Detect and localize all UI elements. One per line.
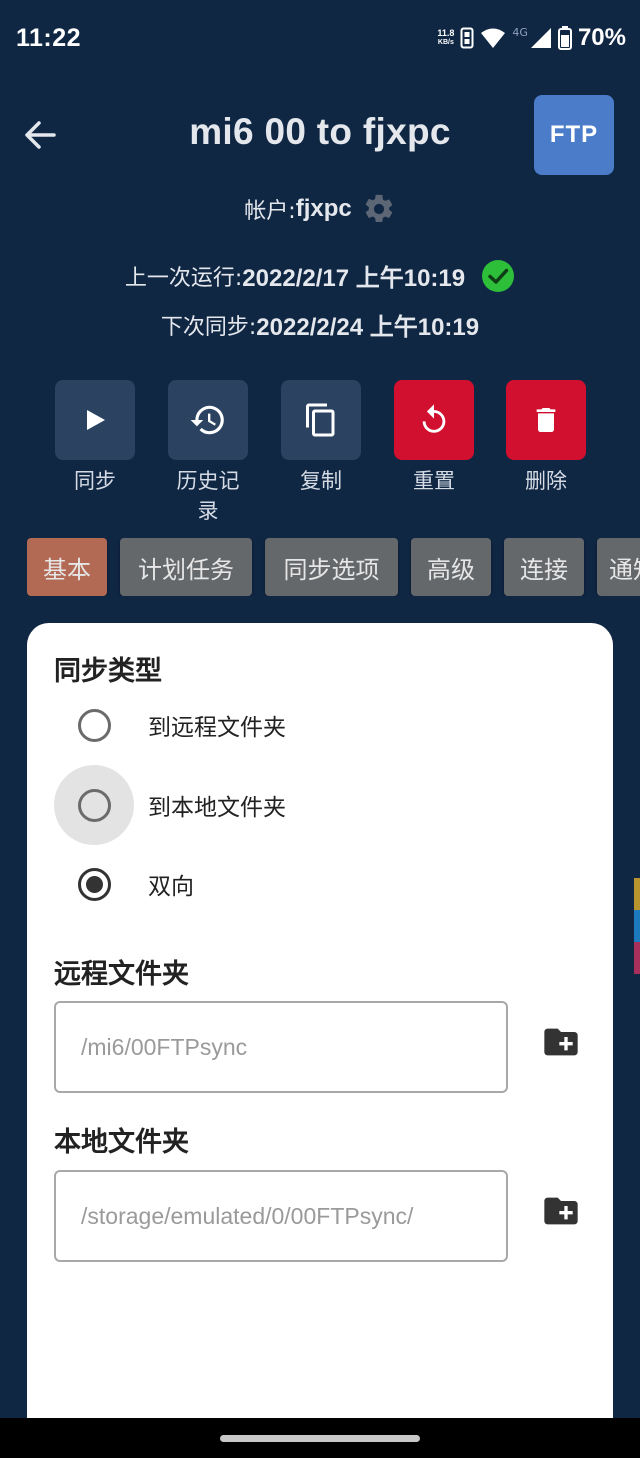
history-label: 历史记录 — [176, 469, 240, 523]
tab-connection[interactable]: 连接 — [504, 538, 584, 596]
reset-button[interactable] — [394, 380, 474, 460]
history-button[interactable] — [168, 380, 248, 460]
radio-button[interactable] — [77, 708, 111, 742]
tab-sync-options[interactable]: 同步选项 — [265, 538, 398, 596]
wifi-icon — [481, 28, 506, 48]
battery-icon — [557, 26, 572, 50]
history-action[interactable]: 历史记录 — [168, 380, 248, 526]
radio-button-selected[interactable] — [77, 867, 111, 901]
app-bar: mi6 00 to fjxpc FTP — [0, 95, 640, 175]
radio-label: 到本地文件夹 — [148, 795, 286, 821]
check-circle-icon — [482, 259, 515, 292]
delete-label: 删除 — [525, 469, 567, 493]
reset-label: 重置 — [413, 469, 455, 493]
delete-button[interactable] — [506, 380, 586, 460]
navigation-bar — [0, 1418, 640, 1458]
radio-to-local[interactable]: 到本地文件夹 — [54, 765, 574, 845]
next-sync-value: 2022/2/24 上午10:19 — [256, 314, 480, 341]
remote-folder-field[interactable]: /mi6/00FTPsync — [54, 1001, 508, 1093]
sync-action[interactable]: 同步 — [55, 380, 135, 496]
tab-schedule[interactable]: 计划任务 — [120, 538, 252, 596]
side-strip-yellow — [634, 878, 640, 910]
last-run-value: 2022/2/17 上午10:19 — [242, 265, 466, 292]
side-strip-blue — [634, 910, 640, 942]
action-bar: 同步 历史记录 复制 重置 删除 — [0, 380, 640, 530]
tab-bar: 基本 计划任务 同步选项 高级 连接 通知 — [27, 538, 640, 596]
account-line: 帐户: fjxpc — [0, 192, 640, 226]
sync-label: 同步 — [74, 469, 116, 493]
reset-action[interactable]: 重置 — [394, 380, 474, 496]
copy-label: 复制 — [300, 469, 342, 493]
next-sync-line: 下次同步: 2022/2/24 上午10:19 — [0, 307, 640, 342]
battery-percent: 70% — [577, 24, 626, 51]
last-run-label: 上一次运行: — [124, 265, 243, 291]
copy-button[interactable] — [281, 380, 361, 460]
status-icons: 11.8 KB/s 4G 70% — [437, 24, 626, 52]
network-type: 4G — [512, 26, 528, 39]
status-time: 11:22 — [16, 24, 82, 52]
radio-button[interactable] — [77, 788, 111, 822]
home-gesture-handle[interactable] — [220, 1435, 420, 1442]
radio-label: 双向 — [148, 874, 194, 900]
copy-icon — [306, 403, 335, 437]
copy-action[interactable]: 复制 — [281, 380, 361, 496]
reset-icon — [422, 404, 446, 433]
signal-icon — [530, 28, 551, 48]
sync-type-title: 同步类型 — [54, 656, 162, 687]
tab-basic[interactable]: 基本 — [27, 538, 107, 596]
tab-advanced[interactable]: 高级 — [411, 538, 491, 596]
side-strip-magenta — [634, 942, 640, 974]
play-icon — [87, 410, 105, 430]
folder-add-icon — [544, 1028, 578, 1056]
settings-card: 同步类型 到远程文件夹 到本地文件夹 双向 远程文件夹 /mi6/00FTPsy… — [27, 623, 613, 1458]
account-value: fjxpc — [295, 195, 352, 222]
next-sync-label: 下次同步: — [160, 314, 257, 340]
ftp-badge[interactable]: FTP — [534, 95, 614, 175]
sync-button[interactable] — [55, 380, 135, 460]
remote-folder-title: 远程文件夹 — [54, 959, 189, 990]
last-run-line: 上一次运行: 2022/2/17 上午10:19 — [0, 258, 640, 293]
local-folder-title: 本地文件夹 — [54, 1127, 189, 1158]
vibrate-icon — [460, 27, 474, 49]
gear-icon[interactable] — [362, 192, 396, 226]
net-speed: 11.8 KB/s — [437, 28, 455, 47]
history-icon — [190, 405, 224, 435]
tab-notification[interactable]: 通知 — [597, 538, 640, 596]
radio-two-way[interactable]: 双向 — [54, 844, 574, 924]
folder-add-icon — [544, 1197, 578, 1225]
local-folder-field[interactable]: /storage/emulated/0/00FTPsync/ — [54, 1170, 508, 1262]
trash-icon — [536, 408, 556, 432]
radio-label: 到远程文件夹 — [148, 715, 286, 741]
radio-to-remote[interactable]: 到远程文件夹 — [54, 685, 574, 765]
local-folder-add-button[interactable] — [539, 1189, 583, 1233]
remote-folder-add-button[interactable] — [539, 1020, 583, 1064]
delete-action[interactable]: 删除 — [506, 380, 586, 496]
account-label: 帐户: — [244, 199, 296, 224]
status-bar: 11:22 11.8 KB/s 4G 70% — [0, 0, 640, 80]
